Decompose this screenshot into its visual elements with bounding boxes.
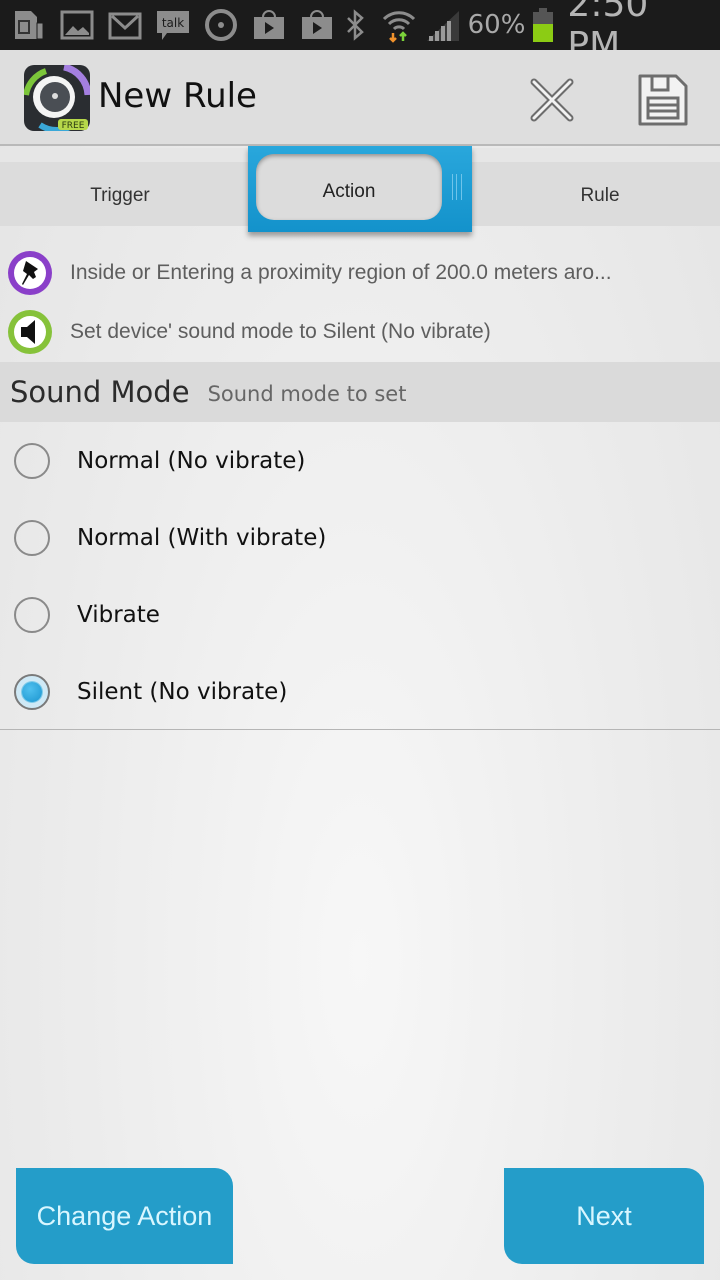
radio-button[interactable] <box>14 519 50 556</box>
option-label: Vibrate <box>77 601 160 628</box>
option-label: Normal (No vibrate) <box>77 447 306 474</box>
play-store-icon <box>250 6 288 44</box>
tab-rule-label: Rule <box>580 185 620 206</box>
sim-card-icon <box>10 6 48 44</box>
radio-button[interactable] <box>14 596 50 633</box>
tab-trigger[interactable]: Trigger <box>0 166 240 226</box>
option-vibrate[interactable]: Vibrate <box>0 576 720 653</box>
action-summary[interactable]: Set device' sound mode to Silent (No vib… <box>0 302 720 362</box>
option-label: Normal (With vibrate) <box>77 524 327 551</box>
option-label: Silent (No vibrate) <box>77 678 288 705</box>
radio-button[interactable] <box>14 442 50 479</box>
close-icon <box>530 78 574 122</box>
trigger-summary-text: Inside or Entering a proximity region of… <box>70 261 612 284</box>
battery-percent: 60% <box>467 10 526 40</box>
tab-trigger-label: Trigger <box>90 185 150 206</box>
save-button[interactable] <box>632 70 694 130</box>
svg-text:talk: talk <box>162 16 184 30</box>
action-summary-text: Set device' sound mode to Silent (No vib… <box>70 320 491 343</box>
play-store-update-icon <box>298 6 336 44</box>
app-badge: FREE <box>62 121 85 131</box>
status-bar: talk 60% 2:50 PM <box>0 0 720 66</box>
speaker-icon <box>8 310 52 354</box>
app-logo-icon[interactable]: FREE <box>24 65 90 131</box>
signal-icon <box>424 6 462 44</box>
gmail-icon <box>106 6 144 44</box>
battery-icon <box>531 6 555 44</box>
tab-action[interactable]: Action <box>248 146 472 232</box>
drag-handle-icon[interactable] <box>452 174 462 200</box>
action-bar: FREE New Rule <box>0 50 720 146</box>
option-normal-with-vibrate[interactable]: Normal (With vibrate) <box>0 499 720 576</box>
bluetooth-icon <box>336 6 374 44</box>
page-title: New Rule <box>98 76 257 116</box>
section-subtitle: Sound mode to set <box>207 382 407 406</box>
tab-action-label: Action <box>322 181 376 202</box>
next-button[interactable]: Next <box>504 1168 704 1264</box>
gallery-icon <box>58 6 96 44</box>
close-button[interactable] <box>522 70 582 130</box>
option-silent-no-vibrate[interactable]: Silent (No vibrate) <box>0 653 720 730</box>
wifi-icon <box>380 6 418 44</box>
option-normal-no-vibrate[interactable]: Normal (No vibrate) <box>0 422 720 499</box>
tab-rule[interactable]: Rule <box>480 166 720 226</box>
talk-icon: talk <box>154 6 192 44</box>
trigger-summary[interactable]: Inside or Entering a proximity region of… <box>0 243 720 303</box>
pushpin-icon <box>8 251 52 295</box>
sync-icon <box>202 6 240 44</box>
section-title: Sound Mode <box>10 375 190 409</box>
radio-button-checked[interactable] <box>14 673 50 710</box>
section-header: Sound Mode Sound mode to set <box>0 362 720 422</box>
save-icon <box>638 74 688 126</box>
divider <box>0 729 720 730</box>
change-action-button[interactable]: Change Action <box>16 1168 233 1264</box>
